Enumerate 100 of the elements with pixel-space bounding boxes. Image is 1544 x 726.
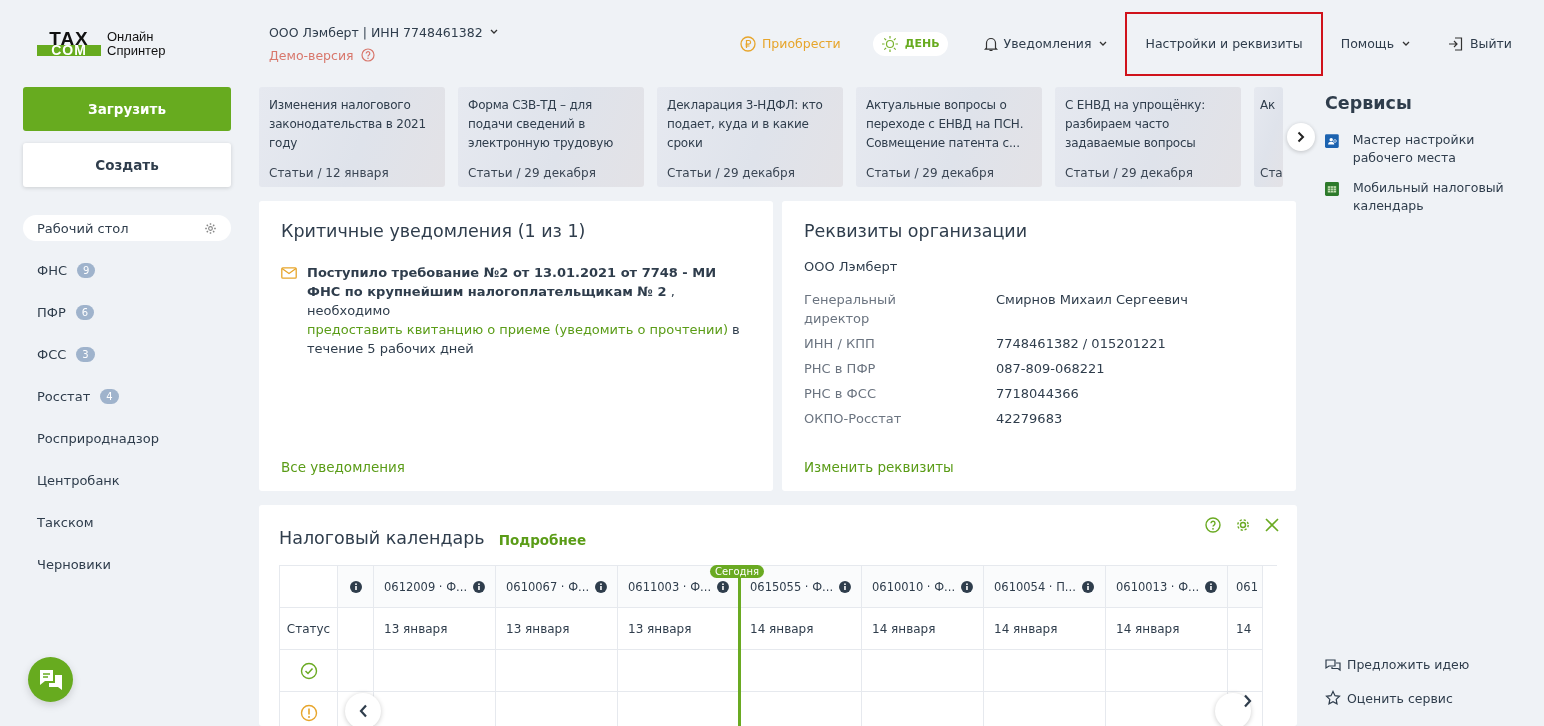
logout-icon [1448, 35, 1464, 52]
field-value: 087-809-068221 [996, 360, 1106, 378]
check-circle-icon [299, 661, 318, 680]
info-icon[interactable] [717, 580, 729, 593]
close-icon[interactable] [1265, 518, 1279, 532]
chat-bubbles-icon [1325, 657, 1341, 672]
field-label: РНС в ФСС [804, 385, 877, 403]
info-icon[interactable] [349, 580, 362, 593]
service-link[interactable]: Мастер настройки рабочего места [1325, 131, 1510, 167]
field-label: ОКПО-Росстат [804, 410, 903, 428]
logout-link[interactable]: Выйти [1446, 11, 1514, 76]
count-badge: 9 [77, 262, 96, 278]
previous-button[interactable] [345, 693, 381, 726]
sidebar-label: ФНС [37, 262, 68, 278]
sidebar-item[interactable]: ФНС 9 [23, 257, 231, 283]
column-header: 061 [1236, 579, 1258, 594]
news-card[interactable]: Декларация 3-НДФЛ: кто подает, куда и в какие сроки Статьи / 29 декабря [657, 87, 843, 187]
date-cell: 14 января [994, 621, 1058, 636]
news-meta: Статьи / 29 декабря [667, 166, 795, 180]
column-header: 0610054 · П... [994, 579, 1076, 594]
date-cell: 13 января [384, 621, 448, 636]
date-cell: 13 января [506, 621, 570, 636]
news-meta: Статьи / 29 декабря [1065, 166, 1193, 180]
logo-mark: TAX COM [37, 31, 101, 56]
service-link[interactable]: Мобильный налоговый календарь [1325, 179, 1510, 215]
field-value: 42279683 [996, 410, 1064, 428]
news-meta: Ста [1260, 166, 1283, 180]
sidebar-label: Центробанк [37, 472, 120, 488]
sidebar-label: Такском [37, 514, 94, 530]
news-card[interactable]: Изменения налогового законодательства в 2021 году Статьи / 12 января [259, 87, 445, 187]
sidebar-label: Черновики [37, 556, 112, 572]
help-icon[interactable] [1205, 517, 1221, 533]
info-icon[interactable] [839, 580, 851, 593]
panel-title: Налоговый календарь [279, 528, 485, 548]
date-cell: 14 [1236, 621, 1252, 636]
organization-name: ООО Лэмберт [804, 259, 899, 274]
field-value: 7718044366 [996, 385, 1080, 403]
info-icon[interactable] [473, 580, 485, 593]
chat-icon [37, 667, 64, 692]
settings-link[interactable]: Настройки и реквизиты [1125, 11, 1323, 76]
news-meta: Статьи / 29 декабря [866, 166, 994, 180]
create-button[interactable]: Создать [23, 143, 231, 187]
settings-icon[interactable] [204, 221, 217, 235]
help-icon[interactable] [360, 48, 375, 62]
sidebar-item[interactable]: Центробанк [23, 467, 231, 493]
info-icon[interactable] [595, 580, 607, 593]
news-title: Форма СЗВ-ТД – для подачи сведений в электронную трудовую [468, 97, 615, 152]
column-header: 0610013 · Ф... [1116, 579, 1200, 594]
sidebar-label: Рабочий стол [37, 220, 129, 236]
info-icon[interactable] [1081, 580, 1094, 593]
caret-icon [1402, 40, 1410, 47]
chat-button[interactable] [28, 657, 73, 702]
caret-icon [489, 29, 498, 35]
chevron-right-icon [1297, 131, 1305, 143]
footer-link[interactable]: Оценить сервис [1325, 690, 1544, 706]
status-label: Статус [286, 621, 331, 636]
date-cell: 14 января [1116, 621, 1180, 636]
column-header: 0610010 · Ф... [872, 579, 956, 594]
sidebar-item[interactable]: Росстат 4 [23, 383, 231, 409]
next-button[interactable] [1215, 693, 1251, 726]
sidebar-item[interactable]: Черновики [23, 551, 231, 577]
date-cell: 14 января [750, 621, 814, 636]
footer-link[interactable]: Предложить идею [1325, 657, 1544, 672]
info-icon[interactable] [961, 580, 973, 593]
news-meta: Статьи / 12 января [269, 166, 389, 180]
sidebar-label: Росстат [37, 388, 91, 404]
next-button[interactable] [1287, 123, 1315, 151]
settings-icon[interactable] [1235, 517, 1251, 533]
column-header: 0611003 · Ф... [628, 579, 712, 594]
field-value: 7748461382 / 015201221 [996, 335, 1167, 353]
news-card[interactable]: С ЕНВД на упрощёнку: разбираем часто задаваемые вопросы Статьи / 29 декабря [1055, 87, 1241, 187]
panel-title: Критичные уведомления (1 из 1) [281, 221, 587, 241]
news-card[interactable]: Ак Ста [1254, 87, 1283, 187]
sidebar-item[interactable]: Росприроднадзор [23, 425, 231, 451]
caret-icon [1099, 40, 1108, 47]
news-title: Изменения налогового законодательства в 2021 году [269, 97, 427, 152]
logo-text: Спринтер [107, 43, 166, 58]
news-card[interactable]: Форма СЗВ-ТД – для подачи сведений в электронную трудовую Статьи / 29 декабря [458, 87, 644, 187]
sidebar-item[interactable]: Такском [23, 509, 231, 535]
notification-text: Поступило требование №2 от 13.01.2021 от 7748 - МИ ФНС по крупнейшим налогоплательщикам № 2 , необходимо предоставить квитанцию о приеме (уведомить о прочтении) в течение 5 рабочих дней [307, 264, 741, 358]
services-title: Сервисы [1325, 93, 1413, 113]
info-icon[interactable] [1205, 580, 1217, 593]
count-badge: 4 [100, 388, 119, 404]
field-label: ИНН / КПП [804, 335, 876, 353]
organization-dropdown[interactable]: ООО Лэмберт | ИНН 7748461382 [269, 24, 498, 40]
date-cell: 13 января [628, 621, 692, 636]
sidebar-item[interactable]: Рабочий стол [23, 215, 231, 241]
sidebar-label: ФСС [37, 346, 67, 362]
help-menu[interactable]: Помощь [1338, 11, 1412, 76]
notifications-menu[interactable]: Уведомления [981, 11, 1110, 76]
warning-circle-icon [299, 703, 318, 722]
news-card[interactable]: Актуальные вопросы о переходе с ЕНВД на ПСН. Совмещение патента с... Статьи / 29 декабря [856, 87, 1042, 187]
sidebar-item[interactable]: ФСС 3 [23, 341, 231, 367]
news-title: Актуальные вопросы о переходе с ЕНВД на ПСН. Совмещение патента с... [866, 97, 1025, 152]
sidebar-item[interactable]: ПФР 6 [23, 299, 231, 325]
receipt-link[interactable]: предоставить квитанцию о приеме (уведомить о прочтении) [307, 322, 728, 337]
demo-label: Демо-версия [269, 47, 354, 63]
news-title: Ак [1260, 97, 1276, 114]
calendar-icon [1325, 179, 1339, 199]
sun-icon [880, 34, 899, 53]
